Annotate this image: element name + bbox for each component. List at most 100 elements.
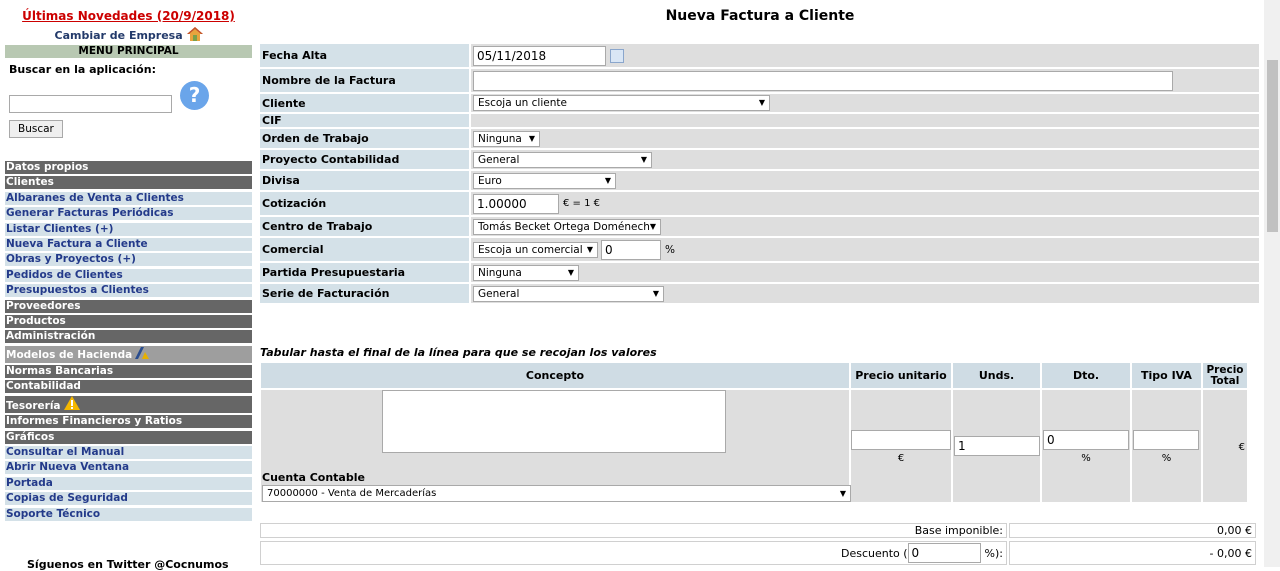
serie-cell: General ▼ [471,284,1259,303]
unds-input[interactable]: 1 [954,436,1040,456]
row-fecha-alta: Fecha Alta 05/11/2018 [260,44,1259,67]
cliente-select[interactable]: Escoja un cliente ▼ [473,95,770,111]
news-link[interactable]: Últimas Novedades (20/9/2018) [5,9,252,23]
main-nav: Datos propios Clientes Albaranes de Vent… [5,161,252,523]
nav-obras-proyectos[interactable]: Obras y Proyectos (+) [5,253,252,267]
concepto-textarea[interactable] [382,390,726,453]
row-cif: CIF [260,114,1259,127]
nav-modelos-hacienda-label[interactable]: Modelos de Hacienda [6,349,132,361]
divisa-select[interactable]: Euro ▼ [473,172,616,189]
orden-trabajo-cell: Ninguna ▼ [471,129,1259,148]
cuenta-contable-select[interactable]: 70000000 - Venta de Mercaderías ▼ [262,485,851,502]
fecha-alta-input[interactable]: 05/11/2018 [473,45,606,66]
nav-datos-propios[interactable]: Datos propios [5,161,252,174]
cuenta-contable-label: Cuenta Contable [262,471,365,484]
nav-copias[interactable]: Copias de Seguridad [5,492,252,506]
fecha-alta-cell: 05/11/2018 [471,44,1259,67]
nombre-factura-label: Nombre de la Factura [260,69,469,92]
nav-proveedores[interactable]: Proveedores [5,299,252,313]
centro-trabajo-cell: Tomás Becket Ortega Doménech ▼ [471,217,1259,236]
scrollbar-thumb[interactable] [1267,60,1278,232]
nav-manual[interactable]: Consultar el Manual [5,446,252,460]
descuento-input[interactable]: 0 [907,543,981,563]
tab-note: Tabular hasta el final de la línea para … [260,346,657,359]
partida-value: Ninguna [478,266,522,279]
nav-presupuestos[interactable]: Presupuestos a Clientes [5,284,252,298]
page-title: Nueva Factura a Cliente [665,8,855,24]
warning-icon [63,395,80,410]
row-centro: Centro de Trabajo Tomás Becket Ortega Do… [260,217,1259,236]
nav-productos[interactable]: Productos [5,314,252,328]
cotizacion-suffix: € = 1 € [563,198,601,209]
line-item-row: Cuenta Contable 70000000 - Venta de Merc… [261,390,1255,502]
row-orden: Orden de Trabajo Ninguna ▼ [260,129,1259,148]
comercial-pct-input[interactable]: 0 [601,239,661,260]
search-button[interactable]: Buscar [9,120,63,138]
row-proyecto: Proyecto Contabilidad General ▼ [260,150,1259,169]
nav-tesoreria-label[interactable]: Tesorería [6,400,61,412]
header-precio-unitario: Precio unitario [851,363,951,388]
sidebar: Últimas Novedades (20/9/2018) Cambiar de… [5,0,252,571]
divisa-cell: Euro ▼ [471,171,1259,190]
divisa-value: Euro [478,174,502,187]
calendar-icon[interactable] [610,48,624,63]
comercial-pct-symbol: % [665,243,675,256]
iva-cell: % [1132,390,1201,502]
nav-nueva-ventana[interactable]: Abrir Nueva Ventana [5,461,252,475]
comercial-cell: Escoja un comercial ▼ 0 % [471,238,1259,261]
help-icon[interactable]: ? [180,81,209,110]
proyecto-cell: General ▼ [471,150,1259,169]
nav-pedidos[interactable]: Pedidos de Clientes [5,268,252,282]
row-nombre: Nombre de la Factura [260,69,1259,92]
nav-graficos[interactable]: Gráficos [5,430,252,444]
nav-clientes[interactable]: Clientes [5,176,252,190]
nav-facturas-periodicas[interactable]: Generar Facturas Periódicas [5,207,252,221]
page-scrollbar[interactable] [1264,0,1280,567]
nav-informes[interactable]: Informes Financieros y Ratios [5,415,252,429]
nav-administracion[interactable]: Administración [5,330,252,344]
centro-trabajo-select[interactable]: Tomás Becket Ortega Doménech ▼ [473,218,661,235]
dto-input[interactable]: 0 [1043,430,1129,450]
change-company-link[interactable]: Cambiar de Empresa [5,27,252,42]
nombre-factura-input[interactable] [473,70,1173,91]
concepto-cell: Cuenta Contable 70000000 - Venta de Merc… [261,390,851,502]
nav-nueva-factura[interactable]: Nueva Factura a Cliente [5,237,252,251]
base-imponible-label: Base imponible: [260,523,1007,538]
nav-modelos-hacienda[interactable]: Modelos de Hacienda [5,345,252,363]
descuento-suffix: %): [984,546,1003,560]
orden-trabajo-value: Ninguna [478,132,522,145]
dto-unit: % [1081,453,1091,464]
invoice-form: Fecha Alta 05/11/2018 Nombre de la Factu… [260,44,1259,305]
nav-portada[interactable]: Portada [5,476,252,490]
nav-albaranes[interactable]: Albaranes de Venta a Clientes [5,191,252,205]
change-company-label[interactable]: Cambiar de Empresa [55,29,183,42]
header-precio-total: Precio Total [1203,363,1247,388]
dto-cell: 0 % [1042,390,1130,502]
descuento-label: Descuento ( [840,546,908,560]
nav-tesoreria[interactable]: Tesorería [5,395,252,413]
nav-listar-clientes[interactable]: Listar Clientes (+) [5,222,252,236]
precio-input[interactable] [851,430,951,450]
orden-trabajo-select[interactable]: Ninguna ▼ [473,130,540,147]
comercial-select[interactable]: Escoja un comercial ▼ [473,241,598,258]
chevron-down-icon: ▼ [604,175,611,185]
partida-select[interactable]: Ninguna ▼ [473,264,579,281]
totals-descuento-row: Descuento ( 0 %): - 0,00 € [260,541,1258,565]
home-icon[interactable] [186,27,203,41]
row-partida: Partida Presupuestaria Ninguna ▼ [260,263,1259,282]
cotizacion-input[interactable]: 1.00000 [473,193,559,214]
nav-normas-bancarias[interactable]: Normas Bancarias [5,365,252,379]
precio-cell: € [851,390,951,502]
search-input[interactable] [9,95,172,113]
partida-label: Partida Presupuestaria [260,263,469,282]
proyecto-select[interactable]: General ▼ [473,151,652,168]
cif-cell [471,114,1259,127]
chevron-down-icon: ▼ [649,221,656,231]
iva-input[interactable] [1133,430,1199,450]
nav-soporte[interactable]: Soporte Técnico [5,507,252,521]
serie-select[interactable]: General ▼ [473,285,664,302]
row-cliente: Cliente Escoja un cliente ▼ [260,94,1259,112]
twitter-follow[interactable]: Síguenos en Twitter @Cocnumos [27,558,229,571]
nav-contabilidad[interactable]: Contabilidad [5,380,252,394]
chevron-down-icon: ▼ [567,267,574,277]
